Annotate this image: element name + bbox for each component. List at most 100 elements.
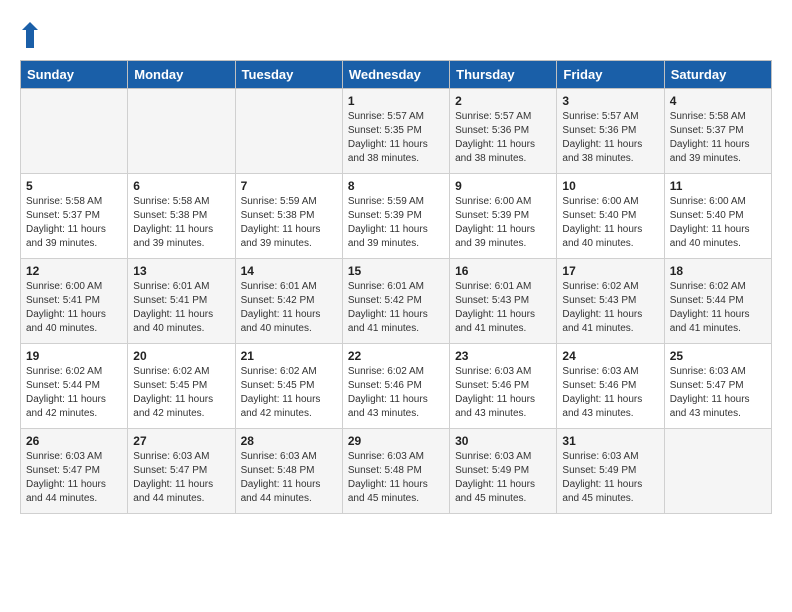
day-number: 26 xyxy=(26,434,122,448)
day-info: Sunrise: 6:03 AMSunset: 5:47 PMDaylight:… xyxy=(26,450,122,506)
day-info: Sunrise: 6:03 AMSunset: 5:47 PMDaylight:… xyxy=(670,365,766,421)
calendar-week-row: 5 Sunrise: 5:58 AMSunset: 5:37 PMDaylight… xyxy=(21,174,772,259)
calendar-cell: 13 Sunrise: 6:01 AMSunset: 5:41 PMDayligh… xyxy=(128,259,235,344)
calendar-cell: 7 Sunrise: 5:59 AMSunset: 5:38 PMDaylight… xyxy=(235,174,342,259)
day-info: Sunrise: 6:03 AMSunset: 5:49 PMDaylight:… xyxy=(562,450,658,506)
calendar-cell: 21 Sunrise: 6:02 AMSunset: 5:45 PMDayligh… xyxy=(235,344,342,429)
calendar-cell: 10Sunrise: 6:00 AMSunset: 5:40 PMDayligh… xyxy=(557,174,664,259)
calendar-cell: 9 Sunrise: 6:00 AMSunset: 5:39 PMDaylight… xyxy=(450,174,557,259)
day-number: 31 xyxy=(562,434,658,448)
day-number: 7 xyxy=(241,179,337,193)
day-info: Sunrise: 6:02 AMSunset: 5:44 PMDaylight:… xyxy=(670,280,766,336)
day-number: 11 xyxy=(670,179,766,193)
day-number: 8 xyxy=(348,179,444,193)
day-info: Sunrise: 6:03 AMSunset: 5:46 PMDaylight:… xyxy=(455,365,551,421)
day-number: 22 xyxy=(348,349,444,363)
day-number: 9 xyxy=(455,179,551,193)
day-number: 6 xyxy=(133,179,229,193)
day-info: Sunrise: 5:58 AMSunset: 5:38 PMDaylight:… xyxy=(133,195,229,251)
day-info: Sunrise: 5:57 AMSunset: 5:35 PMDaylight:… xyxy=(348,110,444,166)
calendar-cell: 14 Sunrise: 6:01 AMSunset: 5:42 PMDayligh… xyxy=(235,259,342,344)
calendar-cell: 20Sunrise: 6:02 AMSunset: 5:45 PMDayligh… xyxy=(128,344,235,429)
day-info: Sunrise: 6:03 AMSunset: 5:48 PMDaylight:… xyxy=(348,450,444,506)
calendar-cell xyxy=(21,89,128,174)
calendar-cell: 26 Sunrise: 6:03 AMSunset: 5:47 PMDayligh… xyxy=(21,429,128,514)
calendar-cell: 30 Sunrise: 6:03 AMSunset: 5:49 PMDayligh… xyxy=(450,429,557,514)
day-number: 12 xyxy=(26,264,122,278)
day-info: Sunrise: 5:58 AMSunset: 5:37 PMDaylight:… xyxy=(26,195,122,251)
day-number: 14 xyxy=(241,264,337,278)
calendar-header-row: SundayMondayTuesdayWednesdayThursdayFrid… xyxy=(21,61,772,89)
day-number: 1 xyxy=(348,94,444,108)
calendar-cell xyxy=(235,89,342,174)
calendar-cell: 8 Sunrise: 5:59 AMSunset: 5:39 PMDaylight… xyxy=(342,174,449,259)
day-number: 29 xyxy=(348,434,444,448)
calendar-cell: 15Sunrise: 6:01 AMSunset: 5:42 PMDayligh… xyxy=(342,259,449,344)
calendar-cell: 12Sunrise: 6:00 AMSunset: 5:41 PMDayligh… xyxy=(21,259,128,344)
calendar-header-friday: Friday xyxy=(557,61,664,89)
day-number: 27 xyxy=(133,434,229,448)
day-number: 24 xyxy=(562,349,658,363)
day-info: Sunrise: 6:00 AMSunset: 5:39 PMDaylight:… xyxy=(455,195,551,251)
calendar-cell: 28Sunrise: 6:03 AMSunset: 5:48 PMDayligh… xyxy=(235,429,342,514)
calendar-cell: 31 Sunrise: 6:03 AMSunset: 5:49 PMDayligh… xyxy=(557,429,664,514)
day-info: Sunrise: 6:01 AMSunset: 5:43 PMDaylight:… xyxy=(455,280,551,336)
calendar-week-row: 19 Sunrise: 6:02 AMSunset: 5:44 PMDayligh… xyxy=(21,344,772,429)
day-number: 16 xyxy=(455,264,551,278)
calendar-cell: 16 Sunrise: 6:01 AMSunset: 5:43 PMDayligh… xyxy=(450,259,557,344)
calendar-week-row: 1 Sunrise: 5:57 AMSunset: 5:35 PMDaylight… xyxy=(21,89,772,174)
calendar-cell: 27 Sunrise: 6:03 AMSunset: 5:47 PMDayligh… xyxy=(128,429,235,514)
calendar-cell: 22Sunrise: 6:02 AMSunset: 5:46 PMDayligh… xyxy=(342,344,449,429)
day-info: Sunrise: 6:00 AMSunset: 5:40 PMDaylight:… xyxy=(670,195,766,251)
day-number: 3 xyxy=(562,94,658,108)
day-number: 30 xyxy=(455,434,551,448)
calendar-cell: 17 Sunrise: 6:02 AMSunset: 5:43 PMDayligh… xyxy=(557,259,664,344)
calendar-cell xyxy=(128,89,235,174)
calendar-cell: 23Sunrise: 6:03 AMSunset: 5:46 PMDayligh… xyxy=(450,344,557,429)
day-number: 21 xyxy=(241,349,337,363)
calendar-week-row: 26 Sunrise: 6:03 AMSunset: 5:47 PMDayligh… xyxy=(21,429,772,514)
calendar-cell: 29 Sunrise: 6:03 AMSunset: 5:48 PMDayligh… xyxy=(342,429,449,514)
page-header xyxy=(20,20,772,50)
day-number: 25 xyxy=(670,349,766,363)
calendar-cell: 25 Sunrise: 6:03 AMSunset: 5:47 PMDayligh… xyxy=(664,344,771,429)
calendar-cell: 11 Sunrise: 6:00 AMSunset: 5:40 PMDayligh… xyxy=(664,174,771,259)
day-info: Sunrise: 6:01 AMSunset: 5:42 PMDaylight:… xyxy=(241,280,337,336)
day-number: 13 xyxy=(133,264,229,278)
calendar-cell: 19 Sunrise: 6:02 AMSunset: 5:44 PMDayligh… xyxy=(21,344,128,429)
calendar-cell: 2 Sunrise: 5:57 AMSunset: 5:36 PMDaylight… xyxy=(450,89,557,174)
day-info: Sunrise: 5:59 AMSunset: 5:38 PMDaylight:… xyxy=(241,195,337,251)
day-number: 17 xyxy=(562,264,658,278)
day-number: 2 xyxy=(455,94,551,108)
calendar-header-wednesday: Wednesday xyxy=(342,61,449,89)
calendar-cell: 1 Sunrise: 5:57 AMSunset: 5:35 PMDaylight… xyxy=(342,89,449,174)
calendar-header-sunday: Sunday xyxy=(21,61,128,89)
day-info: Sunrise: 6:03 AMSunset: 5:47 PMDaylight:… xyxy=(133,450,229,506)
day-info: Sunrise: 6:02 AMSunset: 5:43 PMDaylight:… xyxy=(562,280,658,336)
day-info: Sunrise: 5:59 AMSunset: 5:39 PMDaylight:… xyxy=(348,195,444,251)
day-info: Sunrise: 6:03 AMSunset: 5:48 PMDaylight:… xyxy=(241,450,337,506)
day-info: Sunrise: 5:58 AMSunset: 5:37 PMDaylight:… xyxy=(670,110,766,166)
day-number: 18 xyxy=(670,264,766,278)
day-info: Sunrise: 5:57 AMSunset: 5:36 PMDaylight:… xyxy=(455,110,551,166)
calendar-cell: 24 Sunrise: 6:03 AMSunset: 5:46 PMDayligh… xyxy=(557,344,664,429)
day-info: Sunrise: 5:57 AMSunset: 5:36 PMDaylight:… xyxy=(562,110,658,166)
day-info: Sunrise: 6:01 AMSunset: 5:41 PMDaylight:… xyxy=(133,280,229,336)
logo-icon xyxy=(20,20,40,50)
calendar-header-saturday: Saturday xyxy=(664,61,771,89)
day-number: 5 xyxy=(26,179,122,193)
calendar-cell: 4 Sunrise: 5:58 AMSunset: 5:37 PMDaylight… xyxy=(664,89,771,174)
calendar-cell: 3 Sunrise: 5:57 AMSunset: 5:36 PMDaylight… xyxy=(557,89,664,174)
day-info: Sunrise: 6:02 AMSunset: 5:44 PMDaylight:… xyxy=(26,365,122,421)
day-info: Sunrise: 6:03 AMSunset: 5:46 PMDaylight:… xyxy=(562,365,658,421)
day-info: Sunrise: 6:02 AMSunset: 5:45 PMDaylight:… xyxy=(241,365,337,421)
day-number: 4 xyxy=(670,94,766,108)
day-number: 20 xyxy=(133,349,229,363)
calendar-header-thursday: Thursday xyxy=(450,61,557,89)
calendar-header-monday: Monday xyxy=(128,61,235,89)
calendar-table: SundayMondayTuesdayWednesdayThursdayFrid… xyxy=(20,60,772,514)
day-number: 15 xyxy=(348,264,444,278)
day-number: 19 xyxy=(26,349,122,363)
calendar-cell: 18 Sunrise: 6:02 AMSunset: 5:44 PMDayligh… xyxy=(664,259,771,344)
day-info: Sunrise: 6:03 AMSunset: 5:49 PMDaylight:… xyxy=(455,450,551,506)
